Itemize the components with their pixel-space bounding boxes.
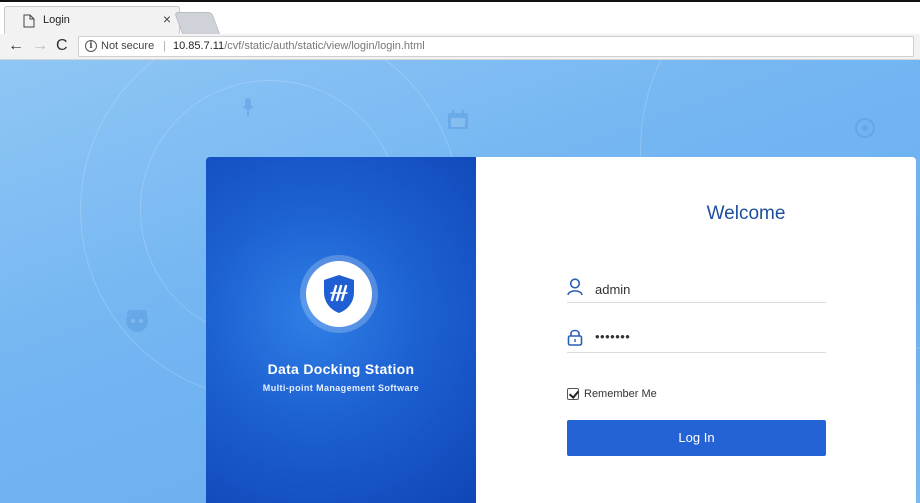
reload-button[interactable]: C	[56, 37, 68, 55]
tab-bar: Login ×	[0, 2, 920, 34]
calendar-icon	[448, 110, 468, 129]
new-tab-button[interactable]	[173, 12, 221, 34]
url-path: /cvf/static/auth/static/view/login/login…	[224, 40, 425, 52]
address-bar: ← → C i Not secure | 10.85.7.11/cvf/stat…	[0, 34, 920, 60]
doc-icon	[23, 14, 35, 28]
login-button[interactable]: Log In	[567, 420, 826, 456]
welcome-heading: Welcome	[706, 203, 786, 224]
login-card: Data Docking Station Multi-point Managem…	[206, 157, 916, 503]
url-text: 10.85.7.11/cvf/static/auth/static/view/l…	[173, 37, 425, 56]
brand-subtitle: Multi-point Management Software	[262, 383, 420, 393]
brand-panel: Data Docking Station Multi-point Managem…	[206, 157, 476, 503]
info-icon[interactable]: i	[85, 40, 97, 52]
password-value: •••••••	[595, 329, 631, 344]
login-page: Data Docking Station Multi-point Managem…	[0, 60, 920, 503]
microphone-icon	[242, 98, 254, 116]
password-field[interactable]: •••••••	[567, 323, 826, 353]
lock-icon	[567, 329, 583, 346]
url-separator: |	[163, 40, 166, 52]
shield-badge-icon	[855, 118, 875, 138]
security-label: Not secure	[101, 40, 155, 52]
forward-button[interactable]: →	[32, 37, 48, 55]
url-input[interactable]: i Not secure | 10.85.7.11/cvf/static/aut…	[78, 36, 914, 57]
shield-logo-icon	[324, 275, 354, 313]
brand-title: Data Docking Station	[267, 361, 415, 377]
login-form: Welcome admin ••••••• Remember Me Log In	[476, 157, 916, 503]
remember-label: Remember Me	[584, 388, 657, 400]
back-button[interactable]: ←	[8, 37, 24, 55]
username-field[interactable]: admin	[567, 273, 826, 303]
mascot-icon	[126, 310, 148, 332]
user-icon	[567, 278, 583, 296]
tab-close-button[interactable]: ×	[163, 11, 171, 27]
url-host: 10.85.7.11	[173, 40, 225, 52]
tab-title: Login	[43, 14, 70, 26]
tab-login[interactable]: Login ×	[4, 6, 180, 34]
username-value: admin	[595, 282, 631, 297]
remember-checkbox[interactable]	[567, 388, 579, 400]
